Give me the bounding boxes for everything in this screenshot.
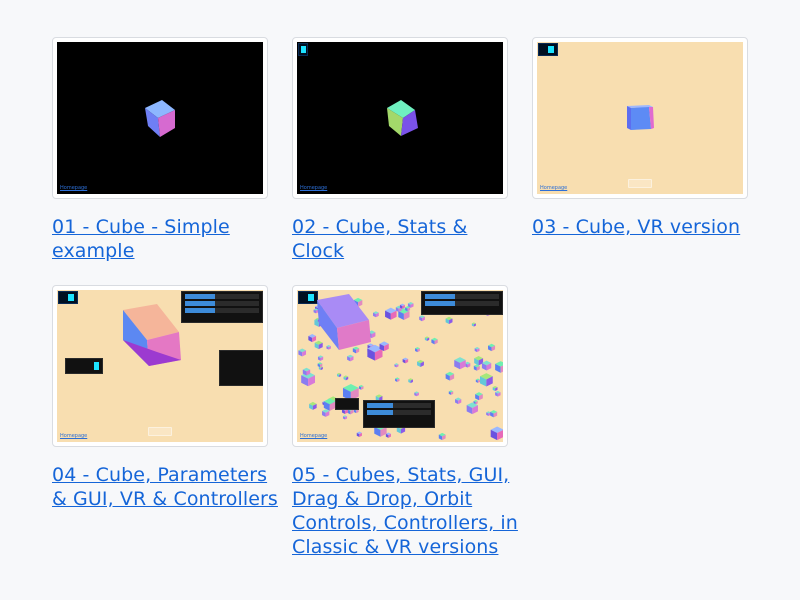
scene-preview: Homepage	[57, 42, 263, 194]
scene-preview: Homepage	[57, 290, 263, 442]
example-thumbnail[interactable]: Homepage	[52, 37, 268, 199]
scene-preview: Homepage	[297, 42, 503, 194]
vr-stats-panel	[65, 358, 103, 374]
scene-preview: Homepage	[297, 290, 503, 442]
example-thumbnail[interactable]: Homepage	[52, 285, 268, 447]
example-title-link[interactable]: 03 - Cube, VR version	[532, 215, 762, 239]
cube-graphic	[627, 105, 654, 130]
example-thumbnail[interactable]: Homepage	[292, 285, 508, 447]
homepage-link[interactable]: Homepage	[60, 185, 87, 191]
cube-graphic	[145, 100, 175, 137]
vr-stats-panel	[335, 398, 359, 410]
example-title-link[interactable]: 05 - Cubes, Stats, GUI, Drag & Drop, Orb…	[292, 463, 522, 559]
examples-grid: Homepage 01 - Cube - Simple example Home…	[0, 0, 800, 600]
homepage-link[interactable]: Homepage	[300, 433, 327, 439]
homepage-link[interactable]: Homepage	[540, 185, 567, 191]
enter-vr-button[interactable]	[148, 427, 172, 436]
gui-panel[interactable]	[181, 291, 263, 323]
scene-preview: Homepage	[537, 42, 743, 194]
example-title-link[interactable]: 01 - Cube - Simple example	[52, 215, 282, 263]
homepage-link[interactable]: Homepage	[300, 185, 327, 191]
vr-gui-panel[interactable]	[219, 350, 263, 386]
example-title-link[interactable]: 02 - Cube, Stats & Clock	[292, 215, 522, 263]
gui-panel[interactable]	[421, 291, 503, 315]
cube-graphic	[387, 100, 418, 136]
vr-gui-panel[interactable]	[363, 400, 435, 428]
example-thumbnail[interactable]: Homepage	[532, 37, 748, 199]
example-thumbnail[interactable]: Homepage	[292, 37, 508, 199]
enter-vr-button[interactable]	[628, 179, 652, 188]
homepage-link[interactable]: Homepage	[60, 433, 87, 439]
example-title-link[interactable]: 04 - Cube, Parameters & GUI, VR & Contro…	[52, 463, 282, 511]
